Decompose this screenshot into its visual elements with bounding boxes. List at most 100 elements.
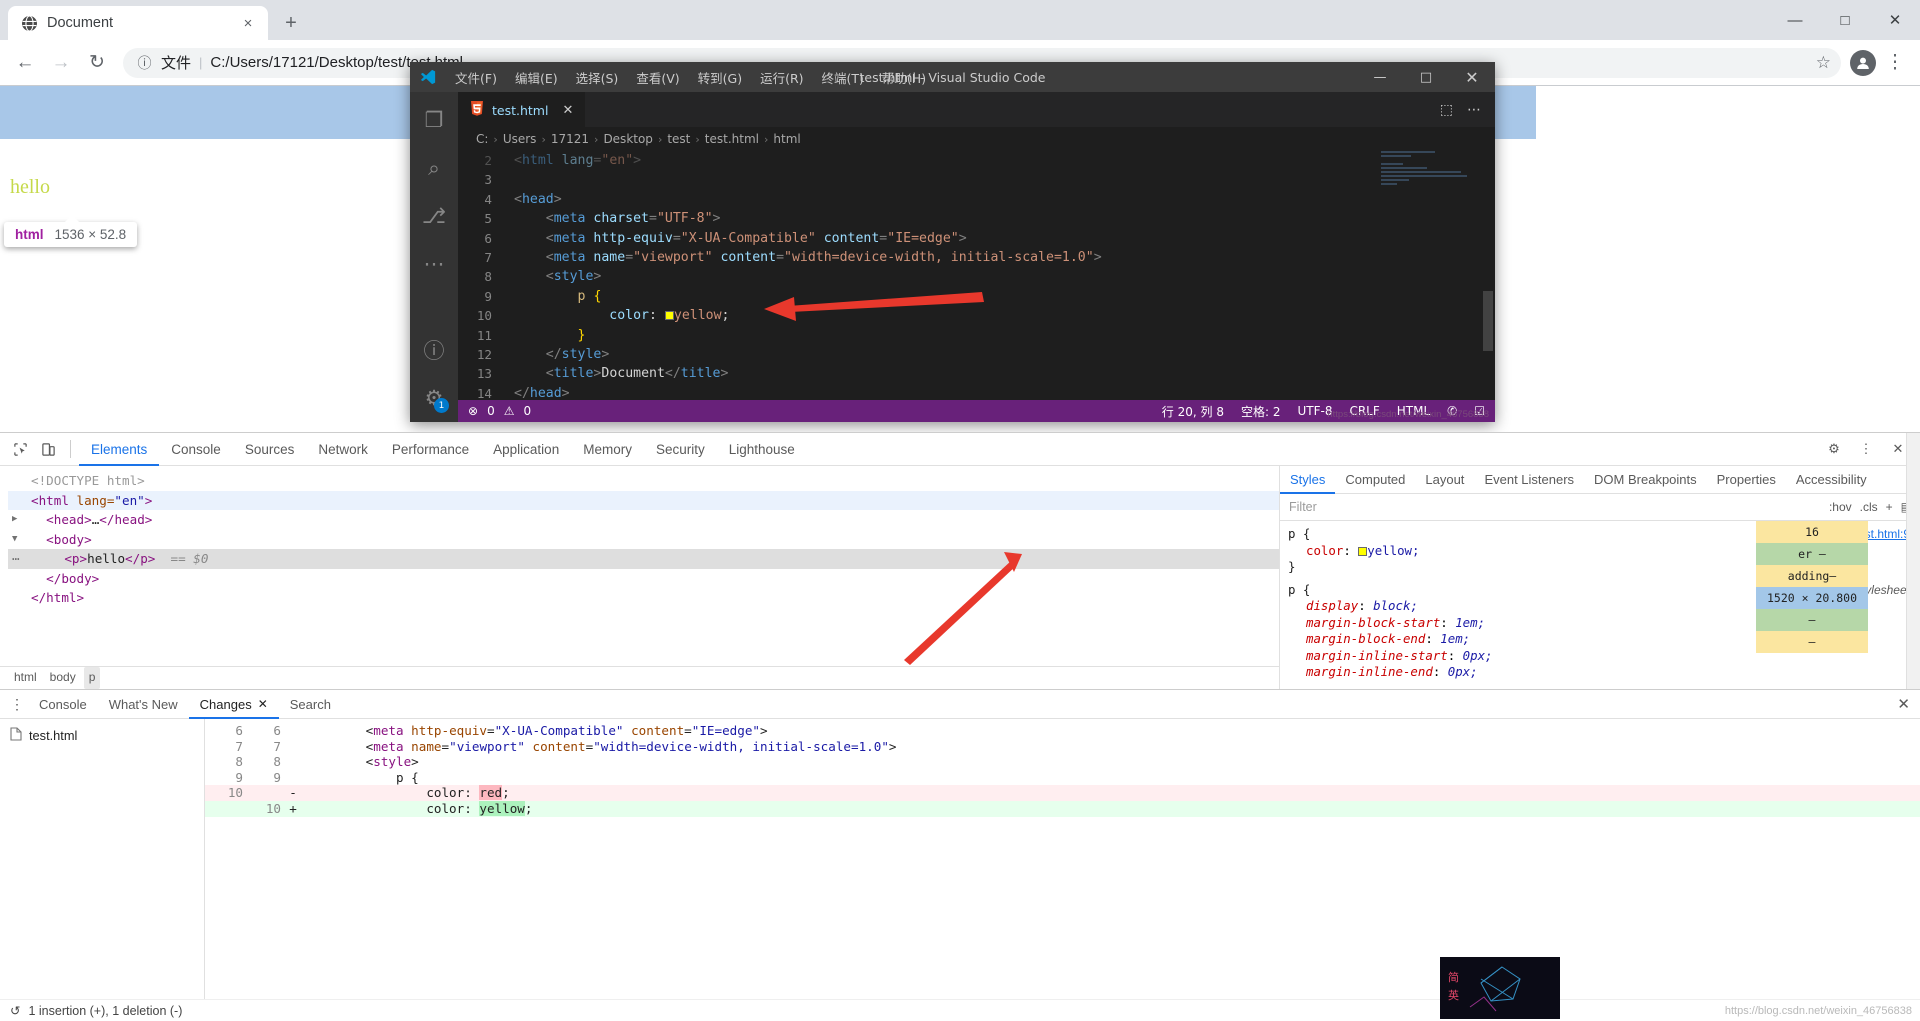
devtools-tab-lighthouse[interactable]: Lighthouse [717,433,807,466]
vscode-menu-item-7[interactable]: 帮助(H) [873,64,935,91]
more-actions-icon[interactable]: ⋯ [1467,102,1481,118]
browser-tab[interactable]: Document × [8,6,268,40]
dom-node-row[interactable]: <!DOCTYPE html> [8,471,1279,491]
more-icon[interactable]: ⋯ [410,240,458,288]
vscode-menu-item-3[interactable]: 查看(V) [627,64,688,91]
vscode-editor-tab[interactable]: test.html ✕ [458,92,586,127]
dom-breadcrumb-item-p[interactable]: p [83,667,101,689]
close-icon[interactable]: ✕ [562,103,573,118]
close-button[interactable]: ✕ [1870,0,1920,40]
maximize-button[interactable]: □ [1820,0,1870,40]
new-tab-button[interactable]: + [276,8,306,38]
editor-scrollbar[interactable] [1481,151,1495,400]
back-button[interactable]: ← [8,46,42,80]
browser-menu-button[interactable]: ⋮ [1878,46,1912,80]
reload-button[interactable]: ↻ [80,46,114,80]
breadcrumb-item-1[interactable]: Users [503,132,537,146]
styles-filter-button[interactable]: :hov [1829,500,1852,514]
drawer-menu-icon[interactable]: ⋮ [6,696,28,713]
forward-button[interactable]: → [44,46,78,80]
breadcrumb-item-3[interactable]: Desktop [603,132,653,146]
styles-filter-button[interactable]: + [1886,500,1893,514]
styles-tab-layout[interactable]: Layout [1415,466,1474,494]
more-icon[interactable]: ⋮ [1852,435,1880,463]
inspect-element-icon[interactable] [6,435,34,463]
vscode-menu-item-6[interactable]: 终端(T) [813,64,873,91]
styles-tab-accessibility[interactable]: Accessibility [1786,466,1877,494]
expand-toggle-icon[interactable]: ▼ [12,530,28,550]
breadcrumb-item-6[interactable]: html [773,132,800,146]
gear-icon[interactable]: ⚙ [1820,435,1848,463]
breadcrumb-item-4[interactable]: test [667,132,690,146]
device-toolbar-icon[interactable] [34,435,62,463]
devtools-tab-security[interactable]: Security [644,433,717,466]
vscode-menu-item-0[interactable]: 文件(F) [446,64,506,91]
bookmark-star-icon[interactable]: ☆ [1816,53,1831,73]
dom-tree[interactable]: <!DOCTYPE html> <html lang="en"> ▶ <head>…… [0,466,1280,689]
dom-node-row[interactable]: <html lang="en"> [8,490,1279,510]
dom-node-row[interactable]: </html> [8,588,1279,608]
drawer-tab-what-s-new[interactable]: What's New [98,690,189,719]
devtools-tab-application[interactable]: Application [481,433,571,466]
styles-tab-event-listeners[interactable]: Event Listeners [1474,466,1584,494]
vscode-menu-item-1[interactable]: 编辑(E) [506,64,567,91]
vscode-maximize-button[interactable]: □ [1403,62,1449,92]
changed-file-item[interactable]: test.html [0,723,204,748]
vscode-menu-item-2[interactable]: 选择(S) [567,64,628,91]
settings-gear-icon[interactable]: ⚙ 1 [410,374,458,422]
warnings-count[interactable]: 0 [523,404,531,418]
breadcrumb-item-2[interactable]: 17121 [551,132,589,146]
vscode-menu-item-5[interactable]: 运行(R) [751,64,812,91]
dom-node-row[interactable]: </body> [8,569,1279,589]
vscode-code-editor[interactable]: 2 <html lang="en"> 3 4 <head> 5 <meta charset… [458,151,1495,400]
vscode-close-button[interactable]: ✕ [1449,62,1495,92]
css-declaration[interactable]: margin-inline-end: 0px; [1284,664,1920,681]
cursor-position[interactable]: 行 20, 列 8 [1162,403,1224,420]
drawer-tab-console[interactable]: Console [28,690,98,719]
devtools-tab-elements[interactable]: Elements [79,433,159,466]
expand-toggle-icon[interactable]: ⋯ [12,549,28,569]
dom-node-row[interactable]: ⋯ <p>hello</p> == $0 [8,549,1279,569]
indentation[interactable]: 空格: 2 [1241,403,1281,420]
editor-scrollbar-thumb[interactable] [1483,291,1493,351]
minimize-button[interactable]: — [1770,0,1820,40]
close-icon[interactable]: ✕ [258,697,268,711]
styles-filter-input[interactable]: Filter [1289,500,1829,514]
revert-icon[interactable]: ↺ [10,1003,20,1018]
diff-view[interactable]: 66 <meta http-equiv="X-UA-Compatible" co… [205,719,1920,999]
source-control-icon[interactable]: ⎇ [410,192,458,240]
drawer-tab-changes[interactable]: Changes ✕ [189,690,279,719]
devtools-tab-console[interactable]: Console [159,433,233,466]
styles-tab-dom-breakpoints[interactable]: DOM Breakpoints [1584,466,1707,494]
split-editor-icon[interactable]: ⬚ [1440,102,1453,118]
devtools-tab-performance[interactable]: Performance [380,433,481,466]
breadcrumb-item-5[interactable]: test.html [705,132,759,146]
dom-node-row[interactable]: ▶ <head>…</head> [8,510,1279,530]
breadcrumb-item-0[interactable]: C: [476,132,488,146]
devtools-tab-network[interactable]: Network [306,433,380,466]
vscode-minimize-button[interactable]: — [1357,62,1403,92]
errors-count[interactable]: 0 [487,404,495,418]
explorer-icon[interactable]: ❐ [410,96,458,144]
page-info-icon[interactable]: ⓘ [136,54,153,71]
close-icon[interactable]: × [238,13,258,33]
styles-tab-styles[interactable]: Styles [1280,466,1335,494]
styles-filter-button[interactable]: .cls [1860,500,1878,514]
dom-node-row[interactable]: ▼ <body> [8,530,1279,550]
devtools-right-scrollbar[interactable] [1906,433,1920,689]
expand-toggle-icon[interactable]: ▶ [12,510,28,530]
devtools-tab-memory[interactable]: Memory [571,433,644,466]
styles-tab-computed[interactable]: Computed [1335,466,1415,494]
color-swatch[interactable] [664,311,674,321]
minimap[interactable] [1381,151,1481,400]
drawer-tab-search[interactable]: Search [279,690,342,719]
vscode-menu-item-4[interactable]: 转到(G) [689,64,751,91]
dom-breadcrumb-item-body[interactable]: body [45,667,81,689]
color-swatch[interactable] [1358,546,1368,556]
search-icon[interactable]: ⌕ [410,144,458,192]
drawer-close-icon[interactable]: ✕ [1897,695,1910,713]
dom-breadcrumb-item-html[interactable]: html [9,667,42,689]
styles-tab-properties[interactable]: Properties [1707,466,1786,494]
avatar[interactable] [1850,49,1876,76]
devtools-tab-sources[interactable]: Sources [233,433,307,466]
